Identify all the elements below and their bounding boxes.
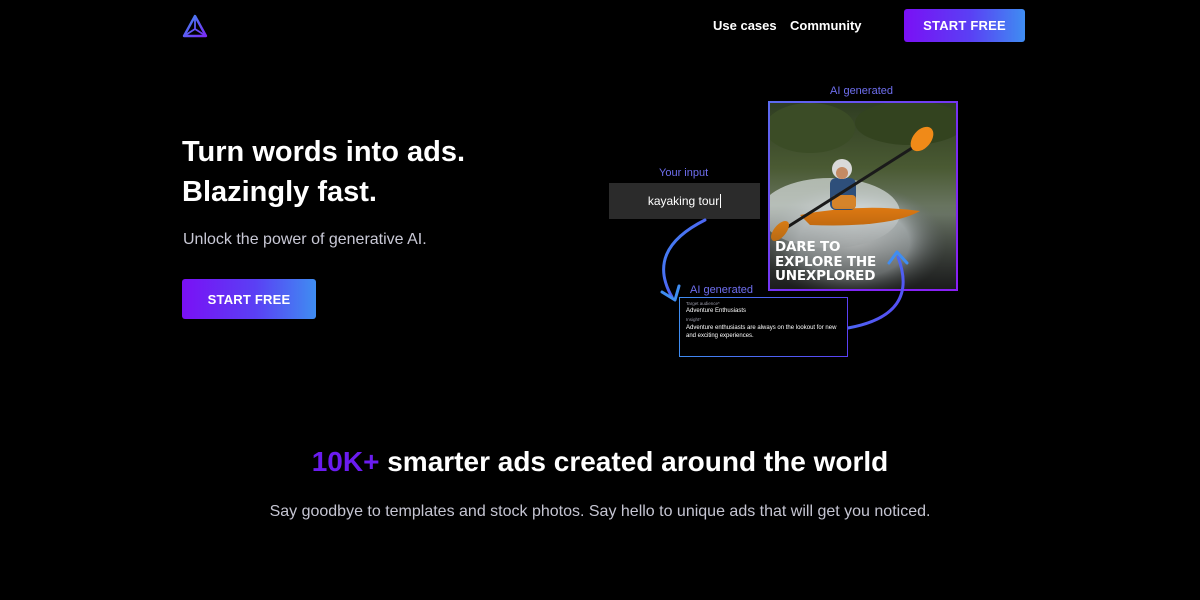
stats-heading: 10K+ smarter ads created around the worl…: [0, 446, 1200, 478]
target-audience-value: Adventure Enthusiasts: [686, 308, 747, 314]
insight-label: Insight*: [686, 317, 702, 322]
stats-heading-rest: smarter ads created around the world: [379, 446, 889, 477]
nav-start-free-button[interactable]: START FREE: [904, 9, 1025, 42]
top-navbar: Use cases Community START FREE: [0, 0, 1200, 52]
target-audience-label: Target audience*: [686, 301, 720, 306]
hero-start-free-button[interactable]: START FREE: [182, 279, 316, 319]
generated-insight-card: Target audience* Adventure Enthusiasts I…: [679, 297, 848, 357]
ai-generated-label-top: AI generated: [830, 85, 893, 97]
stats-highlight-count: 10K+: [311, 446, 380, 477]
hero-title-line1: Turn words into ads.: [182, 136, 466, 168]
nav-link-use-cases[interactable]: Use cases: [713, 18, 777, 33]
hero-title: Turn words into ads. Blazingly fast.: [182, 132, 465, 212]
ai-generated-label-bottom: AI generated: [690, 284, 753, 296]
nav-link-community[interactable]: Community: [790, 18, 862, 33]
hero-title-line2: Blazingly fast.: [182, 176, 377, 208]
your-input-label: Your input: [659, 167, 709, 179]
logo-icon[interactable]: [181, 13, 209, 41]
stats-subtitle: Say goodbye to templates and stock photo…: [269, 503, 931, 520]
hero-subtitle: Unlock the power of generative AI.: [183, 231, 427, 248]
insight-value: Adventure enthusiasts are always on the …: [686, 325, 837, 339]
